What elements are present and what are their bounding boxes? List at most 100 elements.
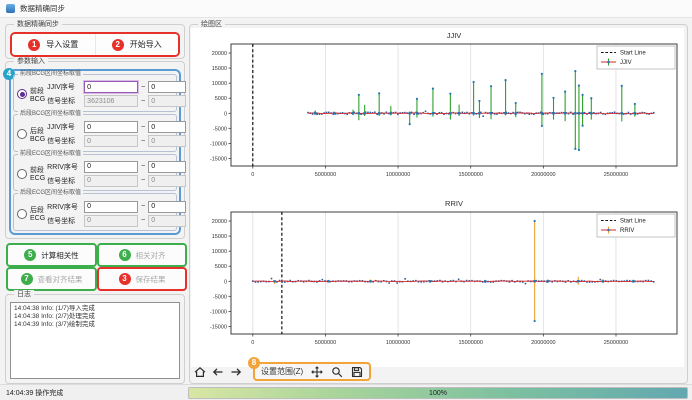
log-line: 14:04:39 Info: (3/7)绘制完成 — [14, 321, 176, 329]
log-line: 14:04:38 Info: (2/7)处理完成 — [14, 313, 176, 321]
log-line: 14:04:38 Info: (1/7)导入完成 — [14, 305, 176, 313]
jjiv-index-to-input[interactable] — [148, 121, 186, 133]
front-bcg-radio[interactable]: 前段BCG — [17, 86, 45, 103]
back-arrow-icon[interactable] — [211, 365, 224, 378]
signal-coord-to-input — [148, 215, 186, 227]
svg-text:0: 0 — [224, 279, 227, 285]
svg-text:0: 0 — [224, 111, 227, 117]
set-range-button[interactable]: 设置范围(Z) — [261, 366, 303, 377]
svg-text:Start Line: Start Line — [620, 219, 646, 225]
rriv-index-label: RRIV序号 — [47, 202, 81, 212]
rriv-index-from-input[interactable] — [84, 201, 138, 213]
svg-text:JJIV: JJIV — [620, 60, 632, 66]
step-badge-5: 5 — [24, 249, 36, 261]
app-window: 数据精确同步 数据精确同步 1 导入设置 2 开始导入 参数输入 4 前段BCG… — [0, 0, 692, 400]
zoom-icon[interactable] — [330, 365, 343, 378]
save-figure-icon[interactable] — [350, 365, 363, 378]
rriv-chart[interactable]: 0500000010000000150000002000000025000000… — [191, 196, 684, 367]
svg-text:-15000: -15000 — [210, 324, 227, 330]
correlation-align-button[interactable]: 6 相关对齐 — [97, 243, 187, 267]
log-group-title: 日志 — [14, 290, 34, 299]
front-ecg-section: 前段ECG区间坐标取值 前段ECG RRIV序号 ~ 信号坐标 — [13, 154, 177, 192]
svg-text:15000000: 15000000 — [458, 172, 482, 178]
status-message: 14:04:39 操作完成 — [6, 388, 63, 398]
plot-toolbar: 8 设置范围(Z) — [193, 362, 371, 381]
log-groupbox: 日志 14:04:38 Info: (1/7)导入完成14:04:38 Info… — [5, 294, 185, 384]
import-buttons-annotation: 1 导入设置 2 开始导入 — [10, 32, 180, 57]
signal-coord-to-input — [148, 175, 186, 187]
step-badge-1: 1 — [28, 39, 40, 51]
svg-text:15000: 15000 — [212, 66, 227, 72]
radio-icon[interactable] — [17, 209, 27, 219]
radio-icon[interactable] — [17, 129, 27, 139]
import-settings-label: 导入设置 — [46, 39, 78, 50]
jjiv-index-label: JJIV序号 — [47, 82, 81, 92]
svg-text:5000: 5000 — [215, 96, 227, 102]
rriv-index-label: RRIV序号 — [47, 162, 81, 172]
start-import-label: 开始导入 — [130, 39, 162, 50]
step-badge-3: 3 — [119, 273, 131, 285]
status-bar: 14:04:39 操作完成 100% — [0, 384, 692, 400]
svg-text:-5000: -5000 — [213, 126, 227, 132]
svg-text:5000000: 5000000 — [315, 340, 336, 346]
svg-text:15000000: 15000000 — [458, 340, 482, 346]
jjiv-index-to-input[interactable] — [148, 81, 186, 93]
rear-ecg-radio[interactable]: 后段ECG — [17, 205, 45, 222]
rear-bcg-radio[interactable]: 后段BCG — [17, 126, 45, 143]
home-icon[interactable] — [193, 365, 206, 378]
svg-text:20000: 20000 — [212, 51, 227, 57]
save-result-button[interactable]: 3 保存结果 — [97, 267, 187, 291]
signal-coord-from-input — [84, 175, 138, 187]
signal-coord-label: 信号坐标 — [47, 96, 81, 106]
window-title: 数据精确同步 — [20, 3, 65, 14]
log-output[interactable]: 14:04:38 Info: (1/7)导入完成14:04:38 Info: (… — [10, 302, 180, 379]
jjiv-index-label: JJIV序号 — [47, 122, 81, 132]
params-groupbox: 参数输入 4 前段BCG区间坐标取值 前段BCG JJIV序号 ~ — [5, 61, 185, 239]
import-settings-button[interactable]: 1 导入设置 — [12, 34, 96, 55]
svg-text:25000000: 25000000 — [604, 172, 628, 178]
radio-icon[interactable] — [17, 89, 27, 99]
signal-coord-from-input — [84, 95, 138, 107]
signal-coord-label: 信号坐标 — [47, 136, 81, 146]
signal-coord-from-input — [84, 215, 138, 227]
svg-text:-10000: -10000 — [210, 141, 227, 147]
svg-text:5000: 5000 — [215, 264, 227, 270]
rriv-index-to-input[interactable] — [148, 161, 186, 173]
jjiv-index-from-input[interactable] — [84, 81, 138, 93]
svg-text:10000: 10000 — [212, 81, 227, 87]
rriv-index-to-input[interactable] — [148, 201, 186, 213]
radio-icon[interactable] — [17, 169, 27, 179]
step-badge-6: 6 — [119, 249, 131, 261]
svg-text:RRIV: RRIV — [445, 199, 463, 208]
start-import-button[interactable]: 2 开始导入 — [96, 34, 179, 55]
svg-text:RRIV: RRIV — [620, 228, 634, 234]
svg-text:20000000: 20000000 — [531, 172, 555, 178]
svg-text:10000000: 10000000 — [386, 172, 410, 178]
svg-text:25000000: 25000000 — [604, 340, 628, 346]
rriv-index-from-input[interactable] — [84, 161, 138, 173]
view-align-result-button[interactable]: 7 查看对齐结果 — [6, 267, 97, 291]
signal-coord-label: 信号坐标 — [47, 176, 81, 186]
svg-text:-10000: -10000 — [210, 309, 227, 315]
signal-coord-to-input — [148, 95, 186, 107]
svg-text:15000: 15000 — [212, 234, 227, 240]
pan-icon[interactable] — [310, 365, 323, 378]
forward-arrow-icon[interactable] — [229, 365, 242, 378]
sync-groupbox: 数据精确同步 1 导入设置 2 开始导入 — [5, 24, 185, 59]
step-badge-2: 2 — [112, 39, 124, 51]
step-badge-8: 8 — [248, 357, 260, 369]
jjiv-index-from-input[interactable] — [84, 121, 138, 133]
front-ecg-radio[interactable]: 前段ECG — [17, 165, 45, 182]
jjiv-chart[interactable]: 0 5000000 10000000 15000000 20000000 25000000… — [191, 28, 684, 199]
sync-group-title: 数据精确同步 — [14, 20, 62, 29]
svg-text:20000: 20000 — [212, 219, 227, 225]
params-annotation-box: 4 前段BCG区间坐标取值 前段BCG JJIV序号 ~ 信号坐标 — [9, 69, 181, 235]
signal-coord-label: 信号坐标 — [47, 216, 81, 226]
svg-text:5000000: 5000000 — [315, 172, 336, 178]
params-group-title: 参数输入 — [14, 57, 48, 66]
progress-label: 100% — [429, 390, 447, 397]
step-badge-7: 7 — [21, 273, 33, 285]
svg-text:-15000: -15000 — [210, 156, 227, 162]
app-icon — [6, 4, 15, 13]
compute-correlation-button[interactable]: 5 计算相关性 — [6, 243, 97, 267]
